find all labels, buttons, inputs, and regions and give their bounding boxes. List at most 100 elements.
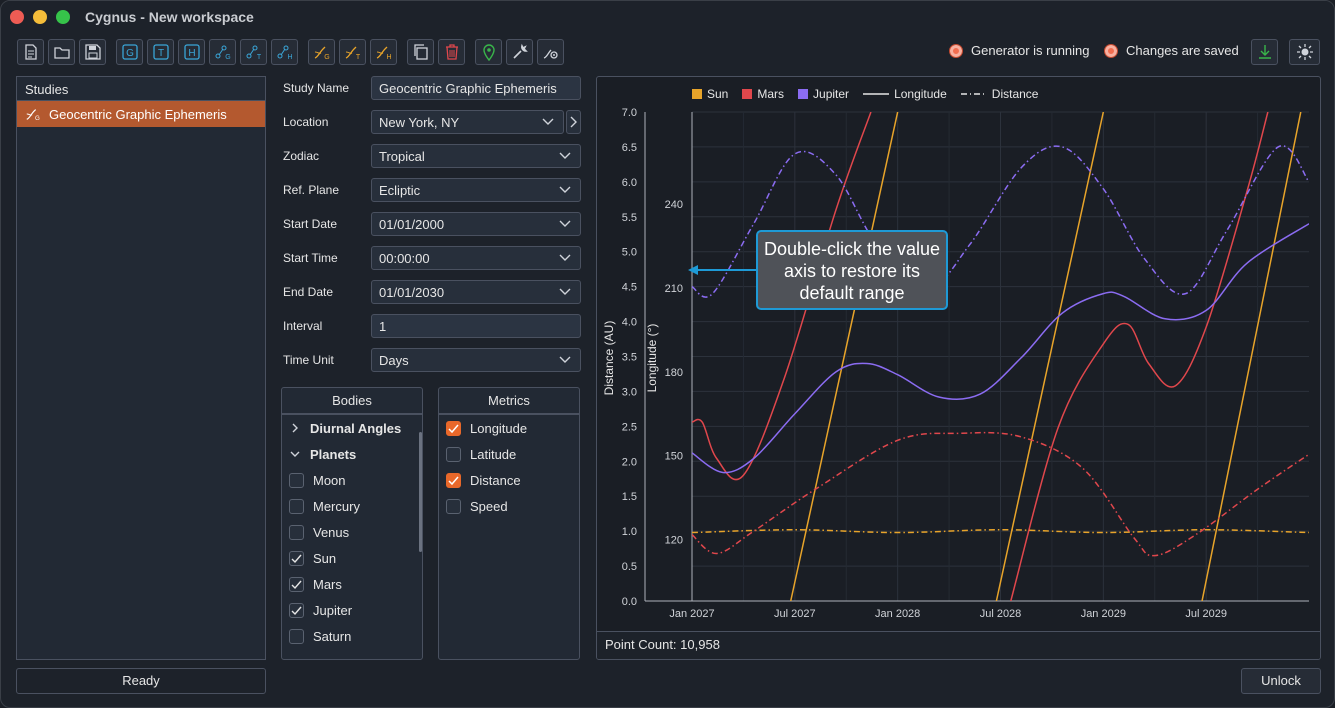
body-item-jupiter[interactable]: Jupiter bbox=[282, 597, 422, 623]
new-file-button[interactable] bbox=[17, 39, 44, 65]
copy-button[interactable] bbox=[407, 39, 434, 65]
checkbox-checked[interactable] bbox=[289, 550, 304, 566]
theme-toggle-button[interactable] bbox=[1289, 39, 1320, 65]
chevron-down-icon bbox=[559, 254, 571, 261]
body-item-moon[interactable]: Moon bbox=[282, 467, 422, 493]
location-pin-icon bbox=[482, 44, 495, 61]
metric-item-latitude[interactable]: Latitude bbox=[439, 441, 579, 467]
chevron-down-icon bbox=[559, 288, 571, 295]
ref-plane-value: Ecliptic bbox=[379, 183, 421, 198]
checkmark-icon bbox=[291, 580, 302, 589]
checkbox[interactable] bbox=[289, 498, 304, 514]
interval-input[interactable]: 1 bbox=[371, 314, 581, 338]
start-date-picker[interactable]: 01/01/2000 bbox=[371, 212, 581, 236]
location-button[interactable] bbox=[475, 39, 502, 65]
chart-h-icon: H bbox=[277, 45, 292, 61]
time-unit-select[interactable]: Days bbox=[371, 348, 581, 372]
start-date-label: Start Date bbox=[283, 217, 338, 231]
chart-t-button[interactable]: T bbox=[240, 39, 267, 65]
checkbox-checked[interactable] bbox=[289, 576, 304, 592]
generator-status-label: Generator is running bbox=[971, 43, 1090, 58]
body-item-saturn[interactable]: Saturn bbox=[282, 623, 422, 649]
status-led-icon bbox=[949, 43, 963, 58]
ref-plane-label: Ref. Plane bbox=[283, 183, 340, 197]
chevron-down-icon bbox=[559, 186, 571, 193]
title-bar: Cygnus - New workspace bbox=[1, 1, 1334, 33]
checkbox[interactable] bbox=[446, 446, 461, 462]
time-unit-value: Days bbox=[379, 353, 409, 368]
study-item[interactable]: G Geocentric Graphic Ephemeris bbox=[17, 101, 265, 127]
download-button[interactable] bbox=[1251, 39, 1278, 65]
graph-g-button[interactable]: G bbox=[308, 39, 335, 65]
location-next-button[interactable] bbox=[566, 110, 581, 134]
distance-tick-label: 6.0 bbox=[622, 177, 637, 189]
location-value: New York, NY bbox=[379, 115, 460, 130]
longitude-tick-label: 150 bbox=[665, 451, 683, 463]
heliocentric-button[interactable]: H bbox=[178, 39, 205, 65]
trash-icon bbox=[445, 44, 458, 60]
delete-button[interactable] bbox=[438, 39, 465, 65]
ref-plane-select[interactable]: Ecliptic bbox=[371, 178, 581, 202]
chart-g-button[interactable]: G bbox=[209, 39, 236, 65]
geocentric-button[interactable]: G bbox=[116, 39, 143, 65]
ephemeris-chart[interactable]: 0.0 0.5 1.0 1.5 2.0 2.5 3.0 3.5 4.0 4.5 5.0 5.5 6.0 6… bbox=[597, 77, 1321, 633]
minimize-window-button[interactable] bbox=[33, 10, 47, 24]
svg-text:G: G bbox=[35, 115, 40, 122]
tools-button[interactable] bbox=[506, 39, 533, 65]
start-time-picker[interactable]: 00:00:00 bbox=[371, 246, 581, 270]
point-count-value: 10,958 bbox=[680, 637, 720, 652]
start-time-value: 00:00:00 bbox=[379, 251, 430, 266]
graph-h-button[interactable]: H bbox=[370, 39, 397, 65]
save-button[interactable] bbox=[79, 39, 106, 65]
svg-text:T: T bbox=[157, 48, 163, 59]
checkbox-checked[interactable] bbox=[446, 472, 461, 488]
tree-group-planets[interactable]: Planets bbox=[282, 441, 422, 467]
topocentric-button[interactable]: T bbox=[147, 39, 174, 65]
graph-study-icon: G bbox=[26, 109, 40, 122]
distance-tick-label: 4.0 bbox=[622, 317, 637, 329]
start-time-label: Start Time bbox=[283, 251, 338, 265]
maximize-window-button[interactable] bbox=[56, 10, 70, 24]
app-window: Cygnus - New workspace G T H G T H G T H… bbox=[0, 0, 1335, 708]
body-label: Saturn bbox=[313, 628, 352, 644]
distance-tick-label: 3.0 bbox=[622, 386, 637, 398]
body-item-mars[interactable]: Mars bbox=[282, 571, 422, 597]
checkbox[interactable] bbox=[446, 498, 461, 514]
study-name-input[interactable]: Geocentric Graphic Ephemeris bbox=[371, 76, 581, 100]
checkbox-checked[interactable] bbox=[446, 420, 461, 436]
open-folder-button[interactable] bbox=[48, 39, 75, 65]
metric-item-distance[interactable]: Distance bbox=[439, 467, 579, 493]
checkbox[interactable] bbox=[289, 524, 304, 540]
metric-item-longitude[interactable]: Longitude bbox=[439, 415, 579, 441]
body-item-sun[interactable]: Sun bbox=[282, 545, 422, 571]
chart-g-icon: G bbox=[215, 45, 230, 61]
metric-label: Longitude bbox=[470, 420, 528, 436]
zodiac-select[interactable]: Tropical bbox=[371, 144, 581, 168]
bodies-scrollbar[interactable] bbox=[419, 432, 422, 552]
chevron-right-icon bbox=[292, 423, 298, 433]
chart-settings-button[interactable] bbox=[537, 39, 564, 65]
location-select[interactable]: New York, NY bbox=[371, 110, 564, 134]
svg-text:G: G bbox=[126, 48, 134, 59]
x-tick-label: Jan 2027 bbox=[669, 608, 714, 620]
body-item-venus[interactable]: Venus bbox=[282, 519, 422, 545]
end-date-picker[interactable]: 01/01/2030 bbox=[371, 280, 581, 304]
copy-icon bbox=[413, 44, 428, 60]
graph-h-icon: H bbox=[376, 46, 391, 61]
studies-header: Studies bbox=[17, 77, 265, 101]
chevron-down-icon bbox=[290, 451, 300, 457]
checkbox[interactable] bbox=[289, 472, 304, 488]
body-item-mercury[interactable]: Mercury bbox=[282, 493, 422, 519]
tree-group-diurnal-angles[interactable]: Diurnal Angles bbox=[282, 415, 422, 441]
chart-h-button[interactable]: H bbox=[271, 39, 298, 65]
svg-text:H: H bbox=[386, 54, 391, 61]
longitude-axis-label: Longitude (°) bbox=[645, 324, 659, 393]
checkbox-checked[interactable] bbox=[289, 602, 304, 618]
checkbox[interactable] bbox=[289, 628, 304, 644]
distance-tick-label: 4.5 bbox=[622, 282, 637, 294]
unlock-button[interactable]: Unlock bbox=[1241, 668, 1321, 694]
metric-item-speed[interactable]: Speed bbox=[439, 493, 579, 519]
graph-t-button[interactable]: T bbox=[339, 39, 366, 65]
close-window-button[interactable] bbox=[10, 10, 24, 24]
body-label: Venus bbox=[313, 524, 350, 540]
